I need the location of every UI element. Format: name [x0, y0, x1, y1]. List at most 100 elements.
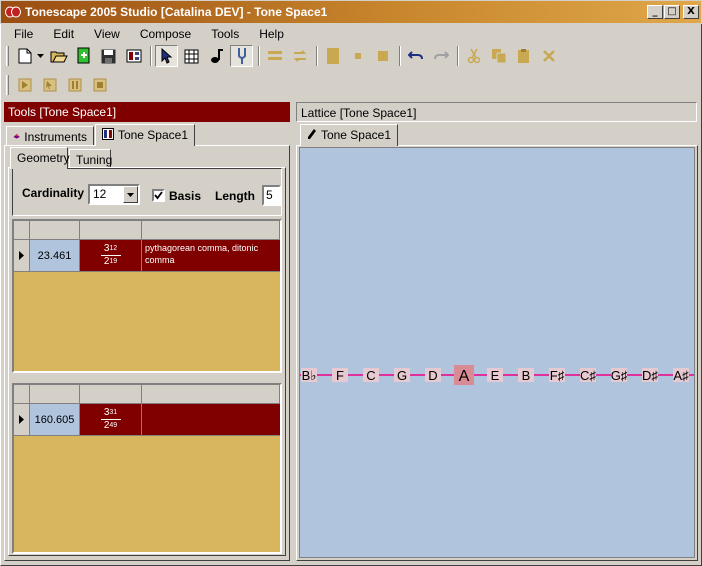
table-row[interactable]: 23.461 312 219 pythagorean comma, ditoni… [14, 240, 280, 272]
tab-lattice-tone-space[interactable]: Tone Space1 [300, 124, 398, 146]
lattice-note-label: E [491, 368, 500, 383]
minimize-button[interactable]: _ [647, 5, 663, 19]
lattice-canvas[interactable]: B♭ F C G D A E B F♯ C♯ G♯ D♯ A♯ [299, 147, 695, 558]
tuning-fork-icon[interactable] [230, 45, 253, 67]
lattice-node-d[interactable]: D [425, 368, 441, 383]
copy-icon[interactable] [487, 45, 510, 67]
lattice-node-g[interactable]: G [394, 368, 410, 383]
align-icon[interactable] [263, 45, 286, 67]
subtab-geometry-label: Geometry [17, 151, 70, 165]
lattice-note-label: A♯ [673, 368, 688, 383]
lattice-note-label: D [428, 368, 437, 383]
basis-checkbox[interactable] [152, 189, 165, 202]
comma-name[interactable]: pythagorean comma, ditonic comma [142, 240, 280, 272]
save-icon[interactable] [97, 45, 120, 67]
grid-icon[interactable] [180, 45, 203, 67]
subtab-geometry[interactable]: Geometry [10, 147, 70, 169]
cents-value[interactable]: 160.605 [30, 404, 80, 436]
lattice-note-label: C♯ [580, 368, 596, 383]
lattice-node-c-sharp[interactable]: C♯ [580, 368, 596, 383]
comma-name[interactable] [142, 404, 280, 436]
menu-help[interactable]: Help [249, 25, 294, 43]
tab-tone-space-label: Tone Space1 [117, 128, 188, 142]
small-square-icon[interactable] [346, 45, 369, 67]
comma-grid-1[interactable]: 23.461 312 219 pythagorean comma, ditoni… [12, 219, 282, 373]
menu-bar: File Edit View Compose Tools Help [4, 25, 294, 43]
undo-icon[interactable] [404, 45, 427, 67]
open-folder-icon[interactable] [47, 45, 70, 67]
menu-tools[interactable]: Tools [201, 25, 249, 43]
properties-icon[interactable] [122, 45, 145, 67]
lattice-node-f[interactable]: F [332, 368, 348, 383]
toolbar-separator [399, 46, 401, 66]
basis-label: Basis [169, 189, 202, 203]
lattice-node-g-sharp[interactable]: G♯ [611, 368, 628, 383]
lattice-node-d-sharp[interactable]: D♯ [642, 368, 658, 383]
ratio-cell[interactable]: 331 249 [80, 404, 142, 436]
lattice-node-b[interactable]: B [518, 368, 534, 383]
pen-icon [307, 129, 316, 139]
ratio-denominator-exp: 19 [109, 258, 118, 265]
lattice-node-a[interactable]: A [454, 365, 474, 385]
title-bar[interactable]: Tonescape 2005 Studio [Catalina DEV] - T… [0, 0, 702, 24]
close-button[interactable]: X [683, 5, 699, 19]
transport-toolbar [4, 72, 113, 98]
cents-value[interactable]: 23.461 [30, 240, 80, 272]
stop-icon[interactable] [88, 74, 111, 96]
tab-tone-space[interactable]: Tone Space1 [95, 124, 195, 146]
dropdown-arrow-icon[interactable] [35, 45, 45, 67]
tab-instruments[interactable]: Instruments [6, 126, 94, 146]
tools-panel-header: Tools [Tone Space1] [4, 102, 290, 122]
lattice-note-label: F♯ [550, 368, 564, 383]
subtab-tuning[interactable]: Tuning [69, 149, 113, 168]
length-label: Length [215, 189, 255, 203]
delete-icon[interactable] [537, 45, 560, 67]
lattice-node-b-flat[interactable]: B♭ [301, 368, 317, 383]
menu-view[interactable]: View [84, 25, 130, 43]
toolbar-grip[interactable] [6, 75, 9, 95]
table-row[interactable]: 160.605 331 249 [14, 404, 280, 436]
note-icon[interactable] [205, 45, 228, 67]
step-icon[interactable] [38, 74, 61, 96]
toolbar-grip[interactable] [6, 46, 9, 66]
lattice-note-label: B♭ [302, 368, 317, 383]
lattice-node-f-sharp[interactable]: F♯ [549, 368, 565, 383]
lattice-node-e[interactable]: E [487, 368, 503, 383]
menu-compose[interactable]: Compose [130, 25, 201, 43]
block-icon[interactable] [321, 45, 344, 67]
menu-file[interactable]: File [4, 25, 43, 43]
grid-header [14, 385, 280, 404]
comma-grid-2[interactable]: 160.605 331 249 [12, 383, 282, 554]
length-input[interactable]: 5 [262, 185, 281, 206]
chevron-down-icon[interactable] [123, 186, 138, 203]
select-pointer-icon[interactable] [155, 45, 178, 67]
cut-icon[interactable] [462, 45, 485, 67]
loop-icon[interactable] [288, 45, 311, 67]
ratio-cell[interactable]: 312 219 [80, 240, 142, 272]
ratio-denominator-exp: 49 [109, 422, 118, 429]
lattice-note-label: C [366, 368, 375, 383]
lattice-node-a-sharp[interactable]: A♯ [673, 368, 689, 383]
lattice-note-label: D♯ [642, 368, 658, 383]
menu-edit[interactable]: Edit [43, 25, 84, 43]
redo-icon[interactable] [429, 45, 452, 67]
lattice-graph[interactable]: B♭ F C G D A E B F♯ C♯ G♯ D♯ A♯ [300, 148, 695, 558]
ratio-numerator-exp: 31 [109, 409, 118, 416]
tab-instruments-label: Instruments [24, 130, 87, 144]
geometry-controls: Cardinality 12 Basis Length 5 [12, 168, 282, 216]
maximize-button[interactable]: □ [664, 5, 680, 19]
subtab-tuning-label: Tuning [76, 153, 113, 167]
tab-lattice-tone-space-label: Tone Space1 [320, 128, 391, 142]
paste-icon[interactable] [512, 45, 535, 67]
new-file-icon[interactable] [13, 45, 36, 67]
cardinality-select[interactable]: 12 [88, 184, 140, 205]
square-dot-icon[interactable] [371, 45, 394, 67]
checkmark-icon [154, 191, 163, 200]
import-icon[interactable] [72, 45, 95, 67]
main-toolbar [4, 43, 562, 69]
lattice-note-label: G [397, 368, 407, 383]
play-icon[interactable] [13, 74, 36, 96]
lattice-node-c[interactable]: C [363, 368, 379, 383]
pause-icon[interactable] [63, 74, 86, 96]
tone-space-icon [102, 128, 114, 140]
